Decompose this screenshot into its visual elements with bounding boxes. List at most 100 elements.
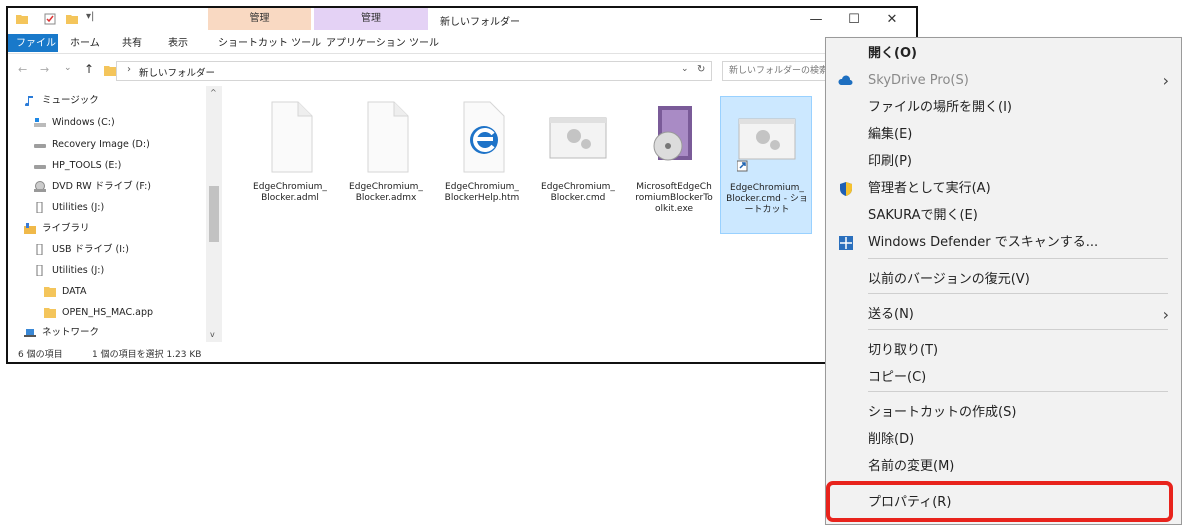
- tab-shortcut-tools[interactable]: ショートカット ツール: [218, 36, 321, 52]
- file-item[interactable]: EdgeChromium_ Blocker.admx: [340, 96, 432, 234]
- status-item-count: 6 個の項目: [18, 350, 63, 360]
- menu-item-label: 削除(D): [868, 432, 915, 447]
- menu-item-label: Windows Defender でスキャンする...: [868, 235, 1099, 250]
- nav-item-label: HP_TOOLS (E:): [52, 160, 122, 171]
- menu-item[interactable]: SkyDrive Pro(S) ›: [826, 68, 1181, 94]
- refresh-icon[interactable]: ↻: [697, 64, 705, 75]
- recent-locations-icon[interactable]: ⌄: [64, 63, 72, 73]
- scroll-thumb[interactable]: [209, 186, 219, 242]
- menu-item-label: 切り取り(T): [868, 343, 939, 358]
- usb-drive-icon: [36, 265, 43, 276]
- nav-item-label: DATA: [62, 286, 87, 297]
- tab-home[interactable]: ホーム: [70, 36, 100, 52]
- properties-highlight-box: [826, 481, 1173, 522]
- status-selection: 1 個の項目を選択 1.23 KB: [92, 350, 202, 360]
- menu-item[interactable]: 管理者として実行(A): [826, 176, 1181, 202]
- nav-item-label: DVD RW ドライブ (F:): [52, 181, 151, 192]
- menu-item-label: 名前の変更(M): [868, 459, 955, 474]
- file-name: EdgeChromium_ BlockerHelp.htm: [444, 182, 520, 203]
- file-name: EdgeChromium_ Blocker.cmd: [541, 182, 615, 203]
- nav-scrollbar[interactable]: ^ v: [206, 86, 222, 342]
- nav-item-label: OPEN_HS_MAC.app: [62, 307, 154, 318]
- nav-item-label: Recovery Image (D:): [52, 139, 150, 150]
- menu-item-label: 印刷(P): [868, 154, 912, 169]
- menu-item-label: コピー(C): [868, 370, 927, 385]
- menu-item[interactable]: 削除(D): [826, 427, 1181, 453]
- nav-item-label: Windows (C:): [52, 117, 115, 128]
- windows-drive-icon: [34, 118, 46, 127]
- navigation-pane: ミュージック Windows (C:) Recovery Image (D:) HP_…: [8, 86, 224, 342]
- skydrive-cloud-icon: [838, 75, 853, 85]
- back-arrow-icon[interactable]: ←: [18, 63, 27, 76]
- cmd-file-icon: [549, 117, 607, 159]
- qat-dropdown-icon[interactable]: ▾|: [86, 11, 94, 22]
- menu-item[interactable]: ショートカットの作成(S): [826, 400, 1181, 426]
- cmd-shortcut-icon: [737, 118, 796, 172]
- file-name: EdgeChromium_ Blocker.adml: [253, 182, 327, 203]
- folder-icon: [44, 287, 56, 297]
- menu-item[interactable]: 送る(N) ›: [826, 302, 1181, 328]
- menu-item[interactable]: コピー(C): [826, 365, 1181, 391]
- file-item[interactable]: EdgeChromium_ Blocker.adml: [244, 96, 336, 234]
- menu-item-label: 管理者として実行(A): [868, 181, 991, 196]
- tab-file[interactable]: ファイル: [16, 36, 56, 52]
- window-title: 新しいフォルダー: [440, 17, 520, 28]
- file-item[interactable]: EdgeChromium_ Blocker.cmd: [532, 96, 624, 234]
- scroll-up-icon[interactable]: ^: [210, 88, 217, 97]
- tab-application-tools[interactable]: アプリケーション ツール: [326, 36, 439, 52]
- menu-item[interactable]: Windows Defender でスキャンする...: [826, 230, 1181, 256]
- file-item[interactable]: EdgeChromium_ BlockerHelp.htm: [436, 96, 528, 234]
- menu-item[interactable]: 以前のバージョンの復元(V): [826, 267, 1181, 293]
- menu-item[interactable]: 印刷(P): [826, 149, 1181, 175]
- address-dropdown-icon[interactable]: ⌄: [681, 64, 689, 74]
- network-icon: [24, 329, 36, 337]
- breadcrumb[interactable]: 新しいフォルダー: [139, 65, 215, 79]
- menu-item[interactable]: ファイルの場所を開く(I): [826, 95, 1181, 121]
- menu-item-label: ファイルの場所を開く(I): [868, 100, 1012, 115]
- menu-item[interactable]: 名前の変更(M): [826, 454, 1181, 480]
- new-folder-icon[interactable]: [66, 13, 78, 25]
- drive-icon: [34, 165, 46, 169]
- context-tab-header-shortcut: 管理: [208, 8, 311, 30]
- nav-item-label: ネットワーク: [42, 327, 100, 338]
- file-item[interactable]: MicrosoftEdgeCh romiumBlockerTo olkit.ex…: [628, 96, 720, 234]
- menu-separator: [868, 258, 1168, 259]
- tab-view[interactable]: 表示: [168, 36, 188, 52]
- maximize-button[interactable]: ☐: [834, 10, 874, 30]
- address-bar[interactable]: › 新しいフォルダー ⌄ ↻: [116, 61, 712, 81]
- blank-file-icon: [271, 101, 313, 173]
- dvd-drive-icon: [34, 181, 46, 192]
- file-item[interactable]: EdgeChromium_ Blocker.cmd - ショ ートカット: [720, 96, 812, 234]
- ribbon-divider: [8, 53, 916, 54]
- menu-item[interactable]: 編集(E): [826, 122, 1181, 148]
- menu-item[interactable]: 切り取り(T): [826, 338, 1181, 364]
- menu-item-label: ショートカットの作成(S): [868, 405, 1017, 420]
- usb-drive-icon: [36, 244, 43, 255]
- nav-item-label: Utilities (J:): [52, 265, 105, 276]
- tab-share[interactable]: 共有: [122, 36, 142, 52]
- nav-item-label: ライブラリ: [42, 223, 90, 234]
- folder-icon: [44, 308, 56, 318]
- menu-item-label: 以前のバージョンの復元(V): [868, 272, 1030, 287]
- menu-item-label: SkyDrive Pro(S): [868, 73, 969, 88]
- breadcrumb-chevron-icon: ›: [127, 64, 131, 75]
- menu-item[interactable]: 開く(O): [826, 41, 1181, 67]
- edge-html-file-icon: [463, 101, 505, 173]
- submenu-chevron-icon: ›: [1162, 71, 1169, 90]
- menu-item-label: 編集(E): [868, 127, 913, 142]
- blank-file-icon: [367, 101, 409, 173]
- menu-item[interactable]: SAKURAで開く(E): [826, 203, 1181, 229]
- usb-drive-icon: [36, 202, 43, 213]
- up-arrow-icon[interactable]: ↑: [84, 62, 94, 76]
- menu-item-label: 開く(O): [868, 46, 917, 61]
- file-name: EdgeChromium_ Blocker.admx: [349, 182, 423, 203]
- properties-check-icon[interactable]: [44, 13, 56, 25]
- close-button[interactable]: ✕: [872, 10, 912, 30]
- scroll-down-icon[interactable]: v: [210, 330, 215, 339]
- defender-icon: [839, 236, 853, 250]
- context-tab-header-application: 管理: [314, 8, 428, 30]
- forward-arrow-icon[interactable]: →: [40, 63, 49, 76]
- minimize-button[interactable]: —: [796, 10, 836, 30]
- nav-item-label: ミュージック: [42, 95, 99, 106]
- explorer-window: ▾| 管理 管理 新しいフォルダー — ☐ ✕ ファイル ホーム 共有 表示 シ…: [6, 6, 918, 364]
